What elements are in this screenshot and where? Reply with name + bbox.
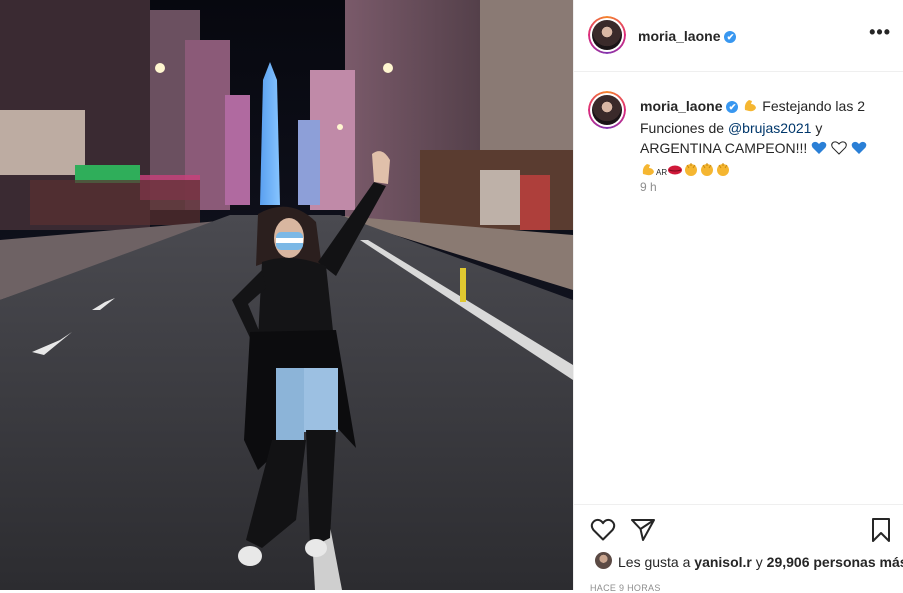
post-panel: moria_laone ✔ ••• moria_laone ✔ Festejando… — [573, 0, 903, 593]
likes-summary: Les gusta a yanisol.r y 29,906 personas … — [618, 554, 903, 570]
flag-ar-emoji: AR — [656, 168, 668, 177]
clapping-hands-emoji-icon — [699, 161, 715, 182]
white-heart-emoji-icon — [831, 140, 847, 160]
caption-mention-link[interactable]: @brujas2021 — [728, 120, 812, 136]
likes-user-link[interactable]: yanisol.r — [694, 554, 752, 570]
verified-icon: ✔ — [726, 101, 739, 113]
clapping-hands-emoji-icon — [683, 161, 699, 182]
post-photo[interactable] — [0, 0, 573, 590]
header-username-text[interactable]: moria_laone — [638, 28, 720, 44]
flexed-biceps-emoji-icon — [742, 97, 758, 118]
post-header: moria_laone ✔ ••• — [574, 0, 903, 72]
post-date[interactable]: HACE 9 HORAS — [590, 583, 661, 593]
liker-avatar[interactable] — [595, 552, 612, 569]
clapping-hands-emoji-icon — [715, 161, 731, 182]
header-avatar[interactable] — [588, 16, 626, 54]
bookmark-icon[interactable] — [870, 517, 892, 548]
blue-heart-emoji-icon — [851, 140, 867, 160]
blue-heart-emoji-icon — [811, 140, 827, 160]
post-actions: Les gusta a yanisol.r y 29,906 personas … — [574, 504, 903, 593]
caption-avatar[interactable] — [588, 91, 626, 129]
likes-join: y — [755, 554, 763, 570]
header-username[interactable]: moria_laone ✔ — [638, 28, 737, 44]
likes-prefix: Les gusta a — [618, 554, 691, 570]
caption-time-ago[interactable]: 9 h — [640, 180, 657, 194]
flexed-biceps-emoji-icon — [640, 161, 656, 182]
heart-icon[interactable] — [590, 518, 616, 547]
post-caption: moria_laone ✔ Festejando las 2 Funciones … — [640, 96, 892, 183]
verified-icon: ✔ — [724, 31, 737, 43]
more-options-button[interactable]: ••• — [869, 22, 891, 43]
street-photo-illustration — [0, 0, 573, 590]
share-icon[interactable] — [630, 517, 656, 548]
caption-username[interactable]: moria_laone — [640, 98, 722, 114]
lips-emoji-icon — [667, 162, 683, 182]
likes-count-link[interactable]: 29,906 personas más — [767, 554, 903, 570]
